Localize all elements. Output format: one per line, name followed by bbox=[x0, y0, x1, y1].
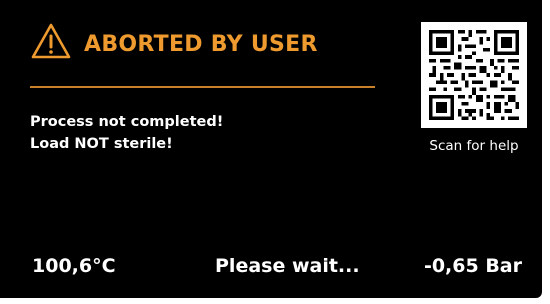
qr-help-caption: Scan for help bbox=[429, 138, 519, 154]
header-divider bbox=[30, 86, 375, 88]
message-load-not-sterile: Load NOT sterile! bbox=[30, 136, 173, 152]
alert-header: ABORTED BY USER bbox=[30, 22, 318, 60]
alert-title: ABORTED BY USER bbox=[84, 31, 318, 57]
temperature-readout: 100,6°C bbox=[32, 255, 116, 277]
pressure-readout: -0,65 Bar bbox=[423, 255, 522, 277]
qr-code-icon bbox=[429, 30, 519, 120]
help-qr-code[interactable] bbox=[421, 22, 527, 128]
warning-triangle-icon bbox=[31, 23, 71, 59]
status-text: Please wait... bbox=[215, 255, 360, 277]
message-process-not-completed: Process not completed! bbox=[30, 114, 224, 130]
abort-screen: ABORTED BY USER Process not completed! L… bbox=[0, 0, 542, 298]
